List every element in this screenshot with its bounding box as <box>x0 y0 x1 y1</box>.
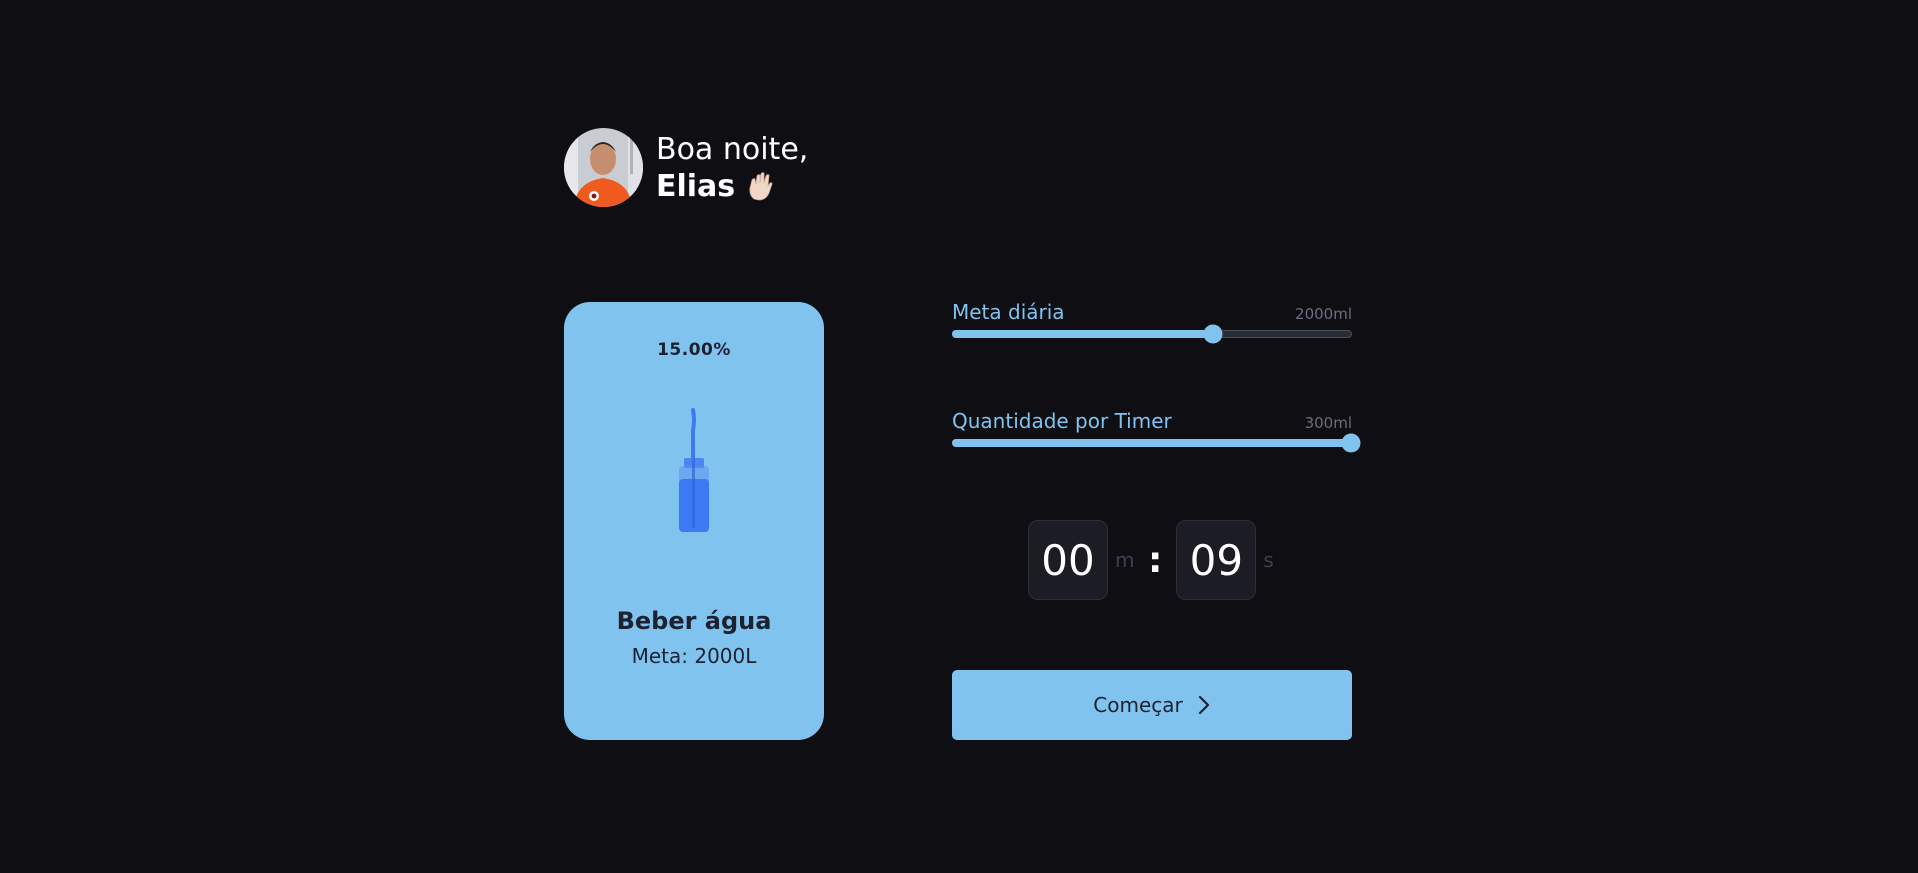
daily-goal-value: 2000ml <box>1295 305 1352 323</box>
timer-minutes[interactable]: 00 <box>1028 520 1108 600</box>
card-goal: Meta: 2000L <box>631 644 757 668</box>
timer-display: 00 m : 09 s <box>1028 520 1285 600</box>
waving-hand-icon <box>745 171 775 201</box>
progress-percent: 15.00% <box>657 340 731 360</box>
per-timer-value: 300ml <box>1304 414 1352 432</box>
daily-goal-slider-block: Meta diária 2000ml <box>952 300 1352 344</box>
daily-goal-label: Meta diária <box>952 300 1065 324</box>
chevron-right-icon <box>1197 695 1211 715</box>
avatar-photo <box>564 128 643 207</box>
greeting-header: Boa noite, Elias <box>564 128 808 207</box>
card-title: Beber água <box>616 607 772 635</box>
daily-goal-slider-thumb[interactable] <box>1203 324 1223 344</box>
per-timer-slider-fill <box>952 439 1351 447</box>
timer-minutes-unit: m <box>1115 548 1135 572</box>
per-timer-slider-block: Quantidade por Timer 300ml <box>952 409 1361 453</box>
user-name: Elias <box>656 168 736 204</box>
daily-goal-slider[interactable] <box>952 324 1352 344</box>
per-timer-label: Quantidade por Timer <box>952 409 1172 433</box>
timer-seconds[interactable]: 09 <box>1176 520 1257 600</box>
per-timer-slider-thumb[interactable] <box>1341 433 1361 453</box>
water-bottle-icon <box>668 408 720 538</box>
avatar <box>564 128 643 207</box>
daily-goal-slider-fill <box>952 330 1214 338</box>
water-progress-card: 15.00% Beber água Meta: 2000L <box>564 302 824 740</box>
start-button-label: Começar <box>1093 693 1183 717</box>
timer-separator: : <box>1148 539 1163 581</box>
greeting-text: Boa noite, <box>656 131 809 167</box>
start-button[interactable]: Começar <box>952 670 1352 740</box>
timer-seconds-unit: s <box>1263 548 1274 572</box>
per-timer-slider[interactable] <box>952 433 1361 453</box>
